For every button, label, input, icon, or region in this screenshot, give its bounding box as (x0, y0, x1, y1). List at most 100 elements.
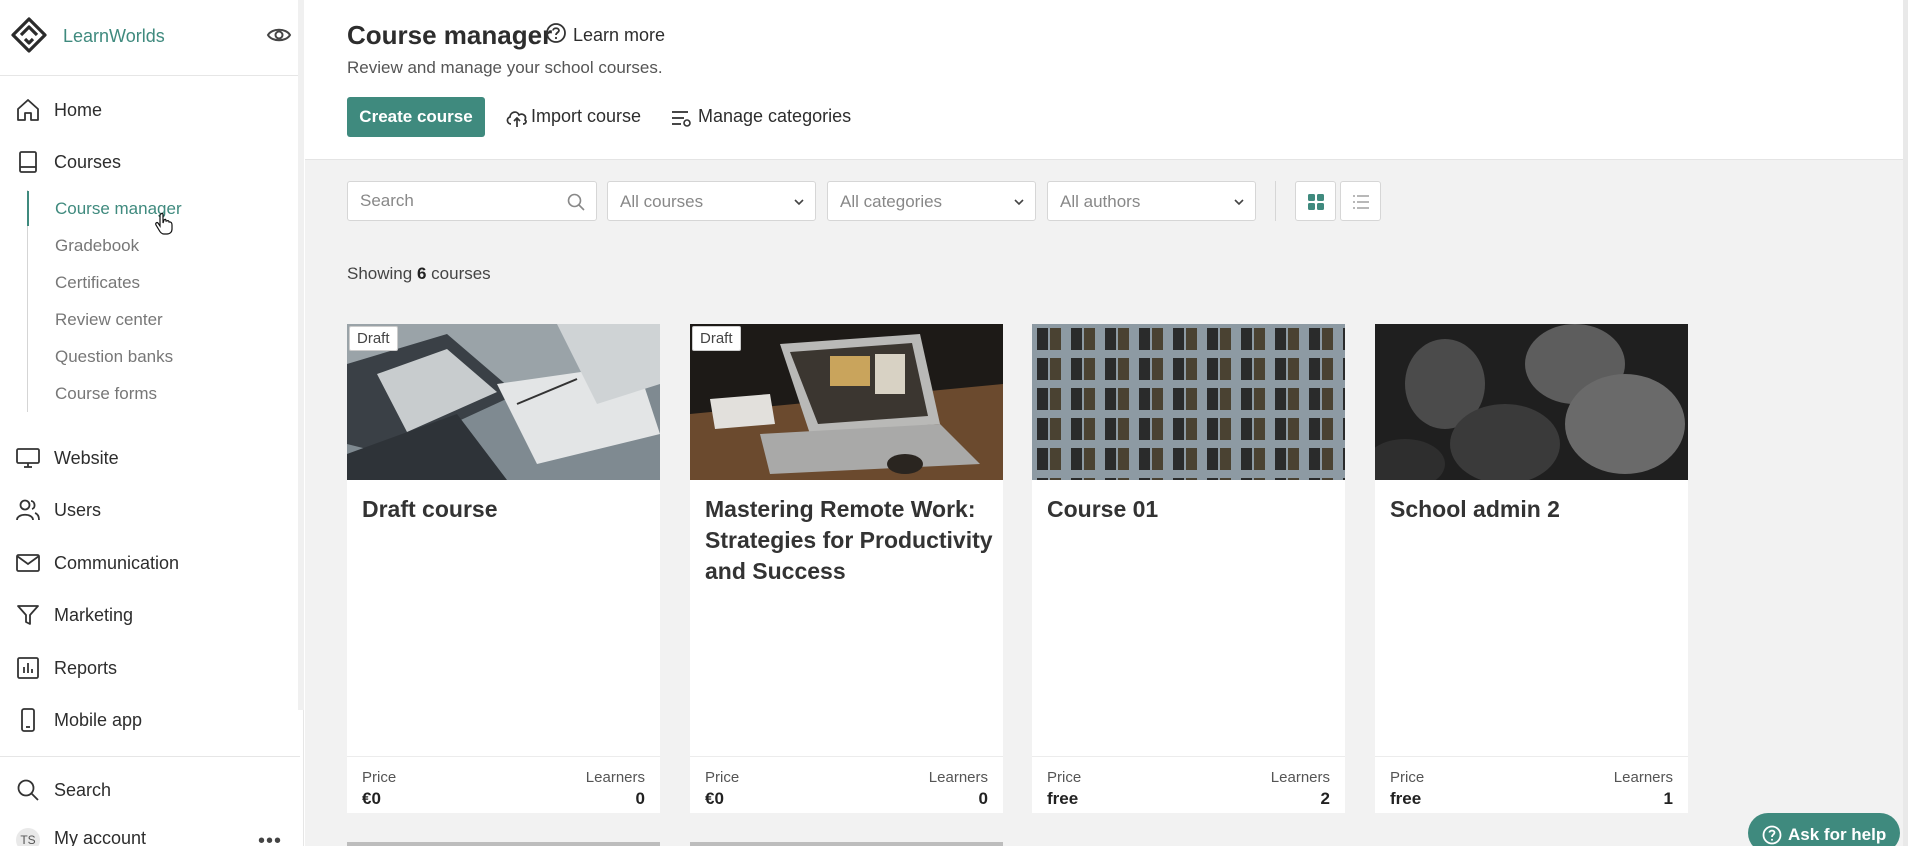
courses-filter-dropdown[interactable]: All courses (607, 181, 816, 221)
nav-mobile-app-label: Mobile app (54, 709, 143, 730)
funnel-icon (17, 605, 39, 625)
submenu-course-forms[interactable]: Course forms (55, 384, 157, 404)
search-field[interactable] (347, 181, 597, 221)
nav-home-label: Home (54, 99, 103, 120)
search-icon (17, 779, 39, 801)
course-card[interactable]: Draft Draft course Price €0 Learners 0 (347, 324, 660, 813)
authors-filter-dropdown[interactable]: All authors (1047, 181, 1256, 221)
nav-my-account[interactable]: My account (0, 816, 300, 846)
help-circle-icon (1762, 825, 1782, 845)
brand-header: LearnWorlds (0, 0, 300, 76)
price-label: Price (1390, 769, 1425, 786)
course-card[interactable]: Draft Mastering Remote Work: Strategies … (690, 324, 1003, 813)
course-title[interactable]: Mastering Remote Work: Strategies for Pr… (705, 494, 995, 587)
learners-value: 0 (635, 789, 645, 808)
card-footer: Price free Learners 1 (1375, 756, 1688, 813)
draft-badge: Draft (349, 326, 398, 351)
course-title[interactable]: School admin 2 (1390, 494, 1680, 525)
school-name[interactable]: LearnWorlds (63, 26, 165, 47)
nav-marketing[interactable]: Marketing (0, 593, 300, 637)
chevron-down-icon (1014, 199, 1024, 206)
page-header: Course manager Learn more Review and man… (305, 0, 1903, 160)
avatar[interactable]: TS (16, 828, 40, 846)
search-input[interactable] (348, 182, 596, 220)
learners-label: Learners (1613, 769, 1673, 786)
nav-users[interactable]: Users (0, 488, 300, 532)
card-footer: Price €0 Learners 0 (690, 756, 1003, 813)
course-card[interactable]: School admin 2 Price free Learners 1 (1375, 324, 1688, 813)
submenu-review-center[interactable]: Review center (55, 310, 163, 330)
sidebar-divider (0, 756, 300, 757)
active-indicator (27, 191, 29, 226)
learners-value: 1 (1663, 789, 1673, 808)
cloud-upload-icon (506, 111, 527, 127)
list-view-button[interactable] (1340, 181, 1381, 221)
card-footer: Price free Learners 2 (1032, 756, 1345, 813)
main-scrollbar[interactable] (1903, 0, 1908, 846)
nav-search-label: Search (54, 779, 112, 800)
learners-value: 0 (978, 789, 988, 808)
nav-courses-label: Courses (54, 151, 122, 172)
manage-categories-button[interactable]: Manage categories (698, 106, 851, 127)
monitor-icon (16, 448, 40, 468)
nav-courses[interactable]: Courses (0, 140, 300, 184)
categories-filter-dropdown[interactable]: All categories (827, 181, 1036, 221)
course-title[interactable]: Course 01 (1047, 494, 1337, 525)
course-thumbnail (1032, 324, 1345, 480)
courses-filter-value: All courses (620, 192, 704, 211)
nav-website[interactable]: Website (0, 436, 300, 480)
people-group-image (1375, 324, 1688, 480)
grid-icon (1308, 194, 1324, 210)
more-options-icon[interactable]: ••• (258, 830, 282, 846)
home-icon (17, 99, 39, 121)
nav-communication[interactable]: Communication (0, 541, 300, 585)
eye-icon[interactable] (266, 24, 292, 46)
page-title: Course manager (347, 20, 553, 50)
toolbar-separator (1275, 181, 1276, 221)
course-thumbnail: Draft (347, 324, 660, 480)
course-card[interactable]: Course 01 Price free Learners 2 (1032, 324, 1345, 813)
nav-users-label: Users (54, 499, 102, 520)
users-icon (16, 499, 40, 521)
nav-reports-label: Reports (54, 657, 118, 678)
sidebar-scrollbar[interactable] (298, 0, 304, 710)
ask-for-help-label: Ask for help (1788, 825, 1887, 844)
learners-label: Learners (928, 769, 988, 786)
chevron-down-icon (794, 199, 804, 206)
nav-reports[interactable]: Reports (0, 646, 300, 690)
course-thumbnail (1375, 324, 1688, 480)
categories-filter-value: All categories (840, 192, 943, 211)
grid-view-button[interactable] (1295, 181, 1336, 221)
list-icon (1353, 195, 1369, 209)
nav-home[interactable]: Home (0, 88, 300, 132)
nav-mobile-app[interactable]: Mobile app (0, 698, 300, 742)
summary-suffix: courses (431, 264, 491, 283)
create-course-button[interactable]: Create course (347, 97, 485, 137)
learners-label: Learners (585, 769, 645, 786)
submenu-gradebook[interactable]: Gradebook (55, 236, 139, 256)
course-card-partial[interactable] (690, 842, 1003, 846)
price-value: €0 (705, 789, 724, 808)
course-count-summary: Showing 6 courses (347, 264, 491, 284)
course-card-partial[interactable] (347, 842, 660, 846)
learn-more-link[interactable]: Learn more (573, 25, 665, 46)
main-content: Course manager Learn more Review and man… (305, 0, 1903, 846)
nav-search[interactable]: Search (0, 768, 300, 812)
price-value: free (1390, 789, 1422, 808)
price-value: free (1047, 789, 1079, 808)
course-count: 6 (416, 264, 427, 283)
building-windows-image (1032, 324, 1345, 480)
manage-categories-icon (672, 111, 691, 127)
help-circle-icon[interactable] (545, 22, 567, 44)
course-thumbnail: Draft (690, 324, 1003, 480)
price-value: €0 (362, 789, 381, 808)
import-course-button[interactable]: Import course (531, 106, 641, 127)
ask-for-help-button[interactable]: Ask for help (1748, 813, 1900, 846)
nav-marketing-label: Marketing (54, 604, 134, 625)
learnworlds-logo-icon[interactable] (10, 16, 48, 54)
price-label: Price (705, 769, 740, 786)
submenu-question-banks[interactable]: Question banks (55, 347, 173, 367)
nav-website-label: Website (54, 447, 119, 468)
course-title[interactable]: Draft course (362, 494, 652, 525)
submenu-certificates[interactable]: Certificates (55, 273, 140, 293)
